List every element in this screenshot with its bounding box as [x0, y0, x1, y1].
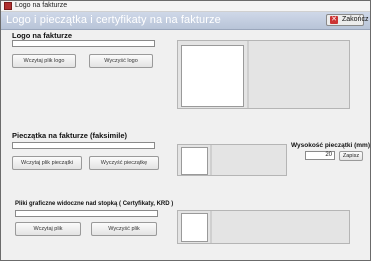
files-image-area — [181, 213, 208, 242]
logo-section-title: Logo na fakturze — [12, 31, 73, 40]
files-path-field[interactable] — [15, 210, 158, 217]
files-preview-divider — [210, 211, 212, 243]
stamp-height-label: Wysokość pieczątki (mm) — [291, 142, 370, 149]
load-file-button[interactable]: Wczytaj plik — [15, 222, 81, 236]
logo-preview-divider — [247, 41, 249, 108]
save-height-button[interactable]: Zapisz — [339, 151, 363, 161]
close-button-label: Zakończ — [342, 16, 369, 23]
close-button[interactable]: ✕ Zakończ — [326, 14, 368, 26]
files-preview — [177, 210, 350, 244]
close-icon: ✕ — [330, 16, 338, 24]
stamp-image-area — [181, 147, 208, 175]
clear-file-button[interactable]: Wyczyść plik — [91, 222, 157, 236]
page-title: Logo i pieczątka i certyfikaty na na fak… — [6, 14, 221, 26]
header-bar: Logo i pieczątka i certyfikaty na na fak… — [1, 12, 370, 30]
logo-image-area — [181, 45, 244, 107]
logo-path-field[interactable] — [12, 40, 155, 47]
stamp-path-field[interactable] — [12, 142, 155, 149]
clear-logo-button[interactable]: Wyczyść logo — [89, 54, 153, 68]
clear-stamp-button[interactable]: Wyczyść pieczątkę — [89, 156, 159, 170]
title-bar: Logo na fakturze — [1, 1, 370, 12]
dialog-window: Logo na fakturze Logo i pieczątka i cert… — [0, 0, 371, 261]
stamp-preview — [177, 144, 287, 176]
stamp-section-title: Pieczątka na fakturze (faksimile) — [12, 131, 128, 140]
load-logo-button[interactable]: Wczytaj plik logo — [12, 54, 76, 68]
app-icon — [4, 2, 12, 10]
logo-preview — [177, 40, 350, 109]
stamp-preview-divider — [210, 145, 212, 175]
stamp-height-input[interactable]: 20 — [305, 151, 335, 160]
load-stamp-button[interactable]: Wczytaj plik pieczątki — [12, 156, 82, 170]
files-section-title: Pliki graficzne widoczne nad stopką ( Ce… — [15, 201, 174, 207]
window-title: Logo na fakturze — [15, 2, 68, 9]
